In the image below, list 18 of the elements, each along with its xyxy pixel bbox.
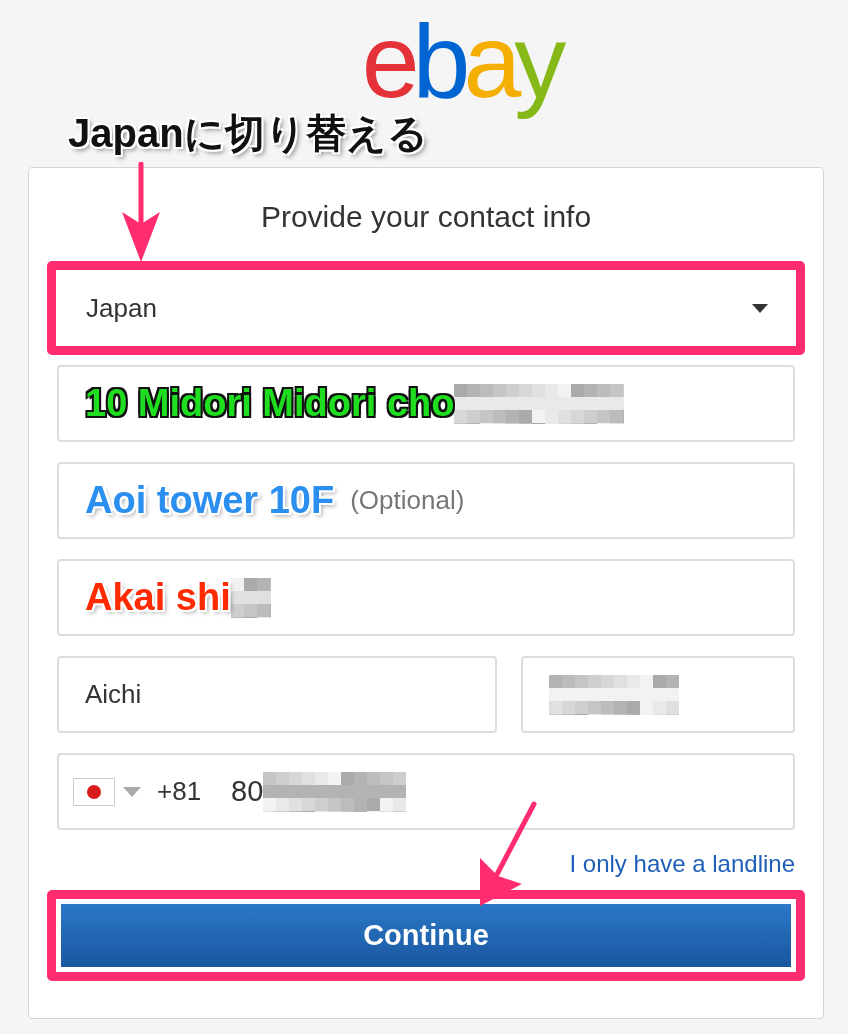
annotation-text: Japanに切り替える (68, 110, 428, 157)
annotation-text: 10 Midori Midori cho (85, 381, 455, 426)
annotation-text: Aoi tower 10F (85, 478, 335, 523)
input-field[interactable] (521, 656, 795, 733)
flag-icon (73, 777, 115, 806)
caret-icon (752, 303, 768, 313)
input-field[interactable]: Aichi (57, 656, 497, 733)
continue-button[interactable]: Continue (61, 904, 791, 967)
landline-link[interactable]: I only have a landline (569, 846, 795, 882)
caret-icon (123, 786, 141, 797)
phone-value: 80 (231, 773, 264, 809)
placeholder-text: (Optional) (350, 484, 465, 517)
annotation-text: Akai shi (85, 575, 231, 620)
form-title: Provide your contact info (259, 199, 593, 235)
input-field[interactable]: Aoi tower 10F (Optional) (57, 462, 795, 539)
input-field[interactable]: Akai shi (57, 559, 795, 636)
country-code: +81 (157, 775, 202, 808)
phone-field[interactable]: +81 80 (57, 753, 795, 830)
